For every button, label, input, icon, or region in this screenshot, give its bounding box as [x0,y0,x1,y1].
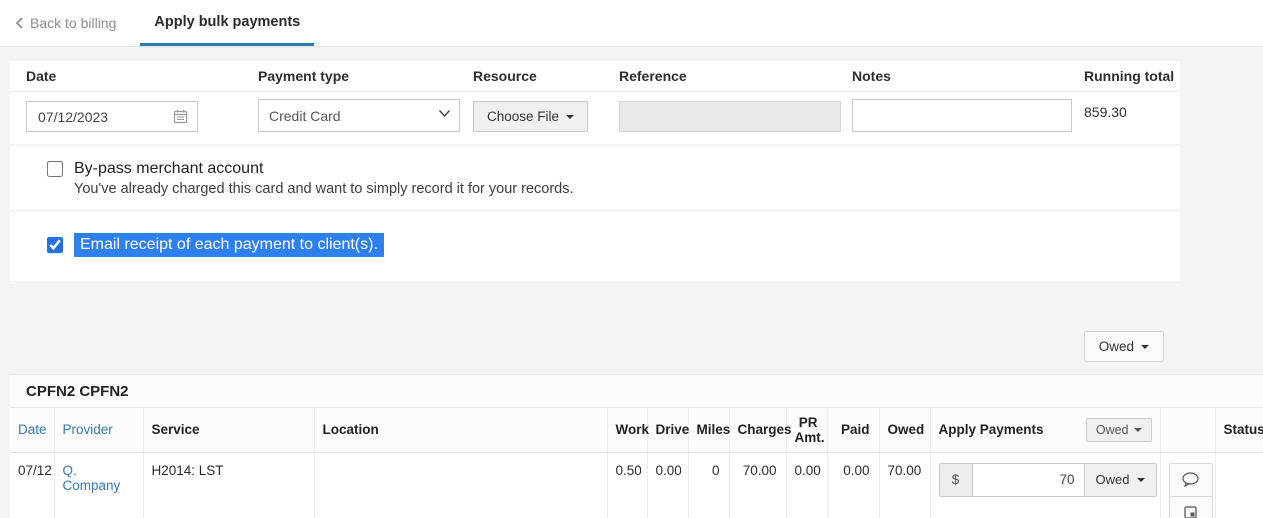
date-column-header: Date [26,68,57,84]
bulk-owed-row: Owed [10,331,1180,362]
resource-column-header: Resource [473,68,537,84]
column-header-pr-amt: PR Amt. [785,408,827,453]
date-field-wrapper [26,101,198,132]
table-header-row: Date Provider Service Location Work Driv… [10,408,1263,453]
cell-owed: 70.00 [878,452,930,518]
apply-payment-amount-input[interactable] [972,463,1084,496]
cell-drive: 0.00 [646,452,688,518]
tab-apply-bulk-payments[interactable]: Apply bulk payments [140,0,315,46]
tab-label: Apply bulk payments [154,13,301,30]
cell-apply-payment: $ Owed [929,452,1160,518]
bypass-merchant-description: You've already charged this card and wan… [74,181,574,197]
bulk-owed-dropdown-button[interactable]: Owed [1083,331,1164,362]
column-header-status: Status [1214,408,1263,453]
running-total-value: 859.30 [1084,104,1127,120]
cell-pr-amt: 0.00 [785,452,827,518]
apply-payment-input-group: $ Owed [938,462,1157,497]
form-header-row: Date Payment type Resource Reference Not… [10,61,1180,92]
email-receipt-checkbox[interactable] [47,237,63,253]
column-header-service: Service [142,408,314,453]
cell-work: 0.50 [606,452,647,518]
bulk-payment-form-panel: Date Payment type Resource Reference Not… [10,61,1180,144]
notes-input[interactable] [852,99,1072,132]
row-owed-dropdown-button[interactable]: Owed [1083,463,1156,496]
note-icon [1184,506,1197,518]
choose-file-button[interactable]: Choose File [473,101,589,132]
comment-icon [1181,472,1200,487]
header-owed-dropdown-button[interactable]: Owed [1085,417,1152,442]
form-fields-row: Credit Card Choose File [10,92,1180,144]
note-button[interactable] [1168,495,1213,518]
email-receipt-section: Email receipt of each payment to client(… [10,211,1180,281]
cell-actions [1159,452,1215,518]
payment-type-column-header: Payment type [258,68,350,84]
date-input[interactable] [27,108,169,125]
back-chevron-icon [14,16,30,30]
cell-date: 07/12 [18,462,52,478]
email-receipt-label: Email receipt of each payment to client(… [74,233,384,257]
bypass-merchant-section: By-pass merchant account You've already … [10,146,1180,211]
cell-paid: 0.00 [826,452,879,518]
payment-type-select[interactable]: Credit Card [258,99,460,132]
payment-options-panel: By-pass merchant account You've already … [10,146,1180,281]
bypass-merchant-checkbox[interactable] [47,161,63,177]
cell-provider-link[interactable]: Q. Company [63,463,121,493]
payment-type-select-wrapper: Credit Card [258,99,460,132]
notes-column-header: Notes [852,68,891,84]
column-header-miles: Miles [687,408,730,453]
cell-charges: 70.00 [728,452,786,518]
bypass-merchant-label: By-pass merchant account [74,160,264,177]
column-header-paid: Paid [826,408,879,453]
caret-down-icon [566,114,575,119]
column-header-drive: Drive [646,408,689,453]
caret-down-icon [1141,344,1149,349]
column-header-provider[interactable]: Provider [53,408,143,453]
column-header-owed: Owed [878,408,930,453]
top-navigation-bar: Back to billing Apply bulk payments [0,0,1263,47]
reference-column-header: Reference [619,68,687,84]
back-to-billing-link[interactable]: Back to billing [0,0,126,46]
invoice-table: Date Provider Service Location Work Driv… [10,408,1263,518]
cell-location [313,452,607,518]
caret-down-icon [1133,427,1142,432]
comment-button[interactable] [1168,462,1213,497]
column-header-location: Location [313,408,607,453]
running-total-column-header: Running total [1084,68,1175,84]
column-header-charges: Charges [728,408,792,453]
currency-addon: $ [939,463,973,496]
client-section: CPFN2 CPFN2 Date Provider Service Locati… [10,374,1263,518]
back-link-label: Back to billing [30,15,117,31]
calendar-icon[interactable] [169,109,197,124]
cell-status [1214,452,1263,518]
table-row: 07/12 Q. Company H2014: LST 0.50 0.00 0 … [10,452,1263,518]
main-content: Date Payment type Resource Reference Not… [0,47,1263,518]
reference-input [619,101,841,132]
cell-miles: 0 [687,452,729,518]
client-section-title: CPFN2 CPFN2 [10,374,1263,408]
caret-down-icon [1136,477,1145,482]
column-header-actions [1159,408,1215,453]
column-header-work: Work [606,408,649,453]
column-header-date[interactable]: Date [10,408,54,453]
column-header-apply-payments: Apply Payments Owed [929,408,1160,453]
cell-service: H2014: LST [142,452,314,518]
